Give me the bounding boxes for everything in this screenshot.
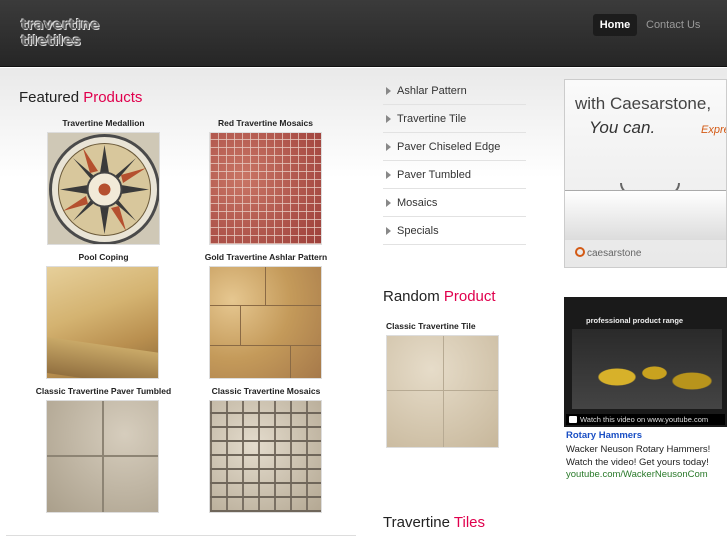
product-label-medallion[interactable]: Travertine Medallion [46,118,161,128]
menu-item-label: Ashlar Pattern [397,85,467,97]
product-image-classic-mosaics[interactable] [209,400,322,513]
video-thumbnail[interactable]: professional product range Watch this vi… [564,297,727,427]
menu-item-ashlar-pattern[interactable]: Ashlar Pattern [383,77,526,105]
ad-description: Wacker Neuson Rotary Hammers! Watch the … [566,444,711,468]
ad-headline: with Caesarstone, [575,94,712,113]
product-label-gold-ashlar[interactable]: Gold Travertine Ashlar Pattern [196,252,336,262]
nav-contact-link[interactable]: Contact Us [646,14,700,36]
site-header: travertine tiletiles Home Contact Us [0,0,727,67]
menu-item-label: Paver Chiseled Edge [397,141,501,153]
product-image-medallion[interactable] [47,132,160,245]
product-label-pool-coping[interactable]: Pool Coping [46,252,161,262]
video-banner-text: professional product range [586,316,684,325]
rotary-hammers-ad: professional product range Watch this vi… [564,297,727,487]
random-product-label[interactable]: Classic Travertine Tile [386,321,476,331]
countertop-graphic [565,190,726,240]
menu-item-label: Specials [397,225,439,237]
menu-item-label: Mosaics [397,197,438,209]
ad-title-link[interactable]: Rotary Hammers [566,430,642,441]
menu-item-mosaics[interactable]: Mosaics [383,189,526,217]
arrow-right-icon [386,115,391,123]
caesarstone-ad[interactable]: with Caesarstone, You can. Expre caesars… [564,79,727,268]
hammer-tools-graphic [572,329,722,409]
product-image-paver-tumbled[interactable] [46,400,159,513]
travertine-tiles-heading: Travertine Tiles [383,514,485,531]
logo-line-2: tiletiles [21,34,82,49]
menu-item-label: Paver Tumbled [397,169,471,181]
random-product-heading: Random Product [383,288,496,305]
menu-item-specials[interactable]: Specials [383,217,526,245]
menu-item-label: Travertine Tile [397,113,467,125]
section-divider [6,535,356,536]
category-menu: Ashlar Pattern Travertine Tile Paver Chi… [383,77,526,245]
product-label-red-mosaics[interactable]: Red Travertine Mosaics [207,118,324,128]
product-image-gold-ashlar[interactable] [209,266,322,379]
product-label-paver-tumbled[interactable]: Classic Travertine Paver Tumbled [26,386,181,396]
ad-fragment: Expre [701,124,727,136]
watch-video-bar[interactable]: Watch this video on www.youtube.com [566,414,725,425]
product-label-classic-mosaics[interactable]: Classic Travertine Mosaics [202,386,330,396]
heading-plain: Featured [19,89,80,106]
site-logo[interactable]: travertine tiletiles [21,18,131,50]
arrow-right-icon [386,199,391,207]
menu-item-travertine-tile[interactable]: Travertine Tile [383,105,526,133]
ad-url[interactable]: youtube.com/WackerNeusonCom [566,469,708,480]
menu-item-paver-chiseled-edge[interactable]: Paver Chiseled Edge [383,133,526,161]
ad-tagline: You can. [589,118,656,137]
arrow-right-icon [386,87,391,95]
featured-products-heading: Featured Products [19,89,142,106]
ad-brand: caesarstone [575,247,641,259]
heading-accent: Tiles [453,514,485,531]
medallion-graphic [48,133,159,244]
product-image-pool-coping[interactable] [46,266,159,379]
heading-accent: Product [443,288,496,305]
logo-line-1: travertine [21,18,100,33]
coping-edge [47,337,158,378]
arrow-right-icon [386,171,391,179]
arrow-right-icon [386,227,391,235]
caesarstone-logo-icon [575,247,585,257]
heading-plain: Travertine [383,514,450,531]
heading-accent: Products [83,89,143,106]
random-product-image[interactable] [386,335,499,448]
youtube-play-icon [569,416,577,423]
menu-item-paver-tumbled[interactable]: Paver Tumbled [383,161,526,189]
nav-home-link[interactable]: Home [593,14,637,36]
heading-plain: Random [383,288,440,305]
product-image-red-mosaics[interactable] [209,132,322,245]
arrow-right-icon [386,143,391,151]
